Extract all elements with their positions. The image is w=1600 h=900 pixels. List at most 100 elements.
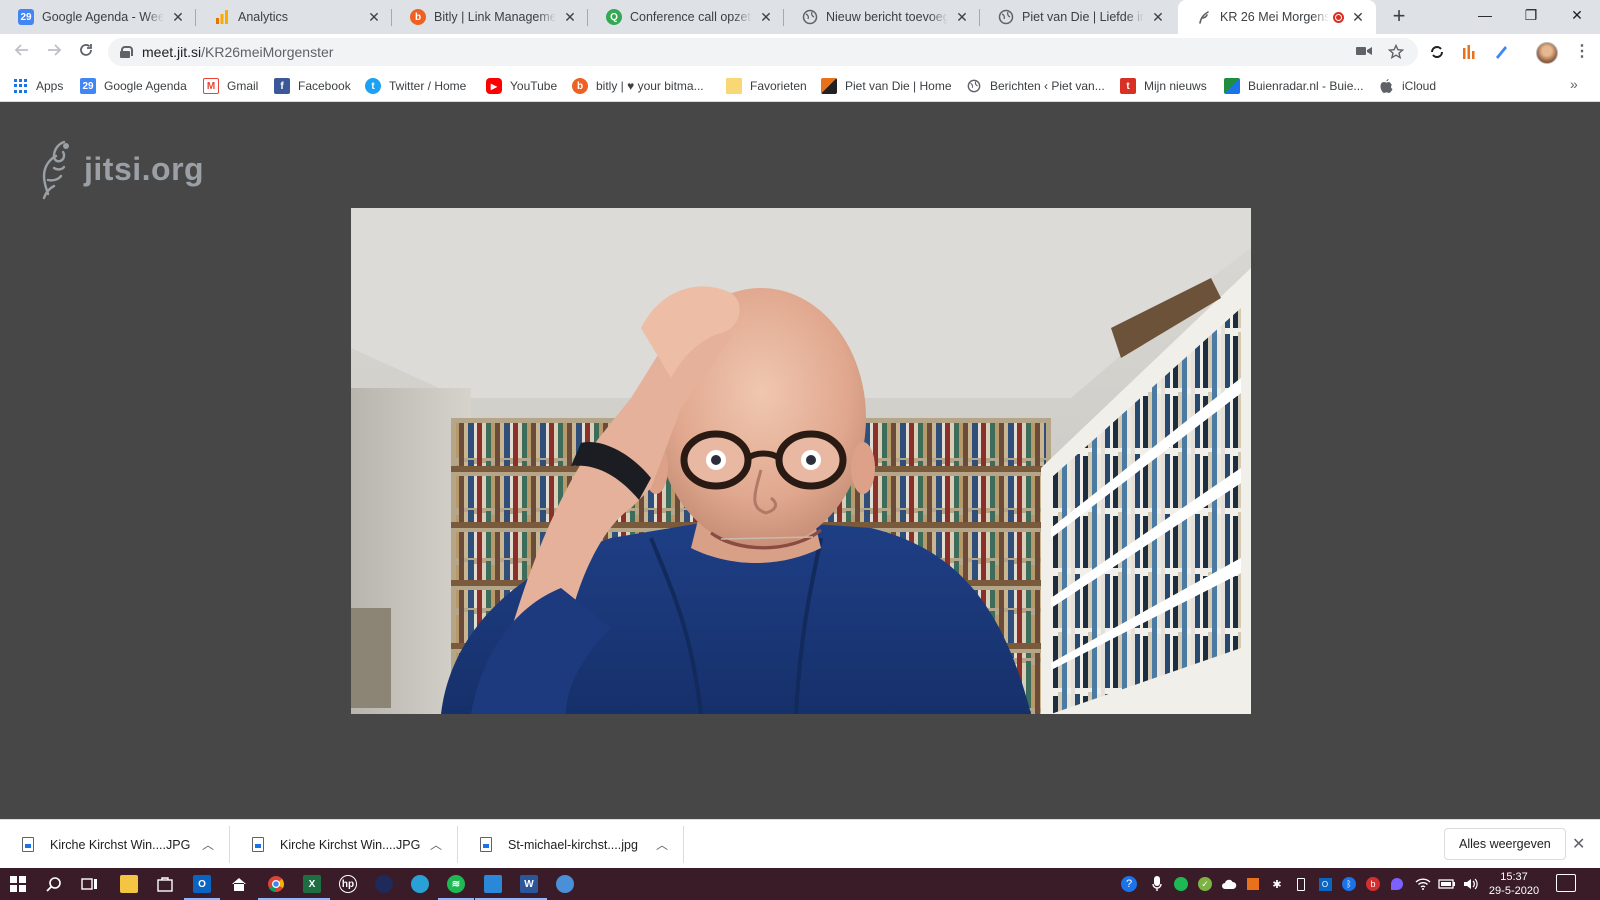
download-item[interactable]: Kirche Kirchst Win....JPG ︿ — [0, 820, 230, 869]
snowflake-icon[interactable]: ✱ — [1268, 875, 1286, 893]
spotify-tray-icon[interactable] — [1172, 875, 1190, 893]
analytics-icon — [214, 9, 230, 25]
tab-google-agenda[interactable]: 29 Google Agenda - Week v ✕ — [0, 0, 196, 34]
jitsi-logo[interactable]: jitsi.org — [36, 138, 204, 200]
close-icon[interactable]: ✕ — [562, 9, 578, 25]
word-icon[interactable]: W — [511, 872, 547, 900]
outlook-tray-icon[interactable]: O — [1316, 875, 1334, 893]
bookmark-buienradar[interactable]: Buienradar.nl - Buie... — [1224, 77, 1363, 95]
extension-pen-icon[interactable] — [1492, 43, 1510, 61]
bookmark-bitly[interactable]: b bitly | ♥ your bitma... — [572, 77, 704, 95]
taskbar-clock[interactable]: 15:37 29-5-2020 — [1486, 870, 1542, 898]
close-icon[interactable]: ✕ — [954, 9, 970, 25]
bookmark-facebook[interactable]: f Facebook — [274, 77, 351, 95]
new-tab-button[interactable]: + — [1387, 5, 1411, 29]
bookmark-mijn-nieuws[interactable]: t Mijn nieuws — [1120, 77, 1207, 95]
microphone-icon[interactable] — [1148, 875, 1166, 893]
shield-icon[interactable] — [1388, 875, 1406, 893]
close-icon[interactable]: ✕ — [1572, 834, 1585, 854]
bookmark-folder-favorieten[interactable]: Favorieten — [726, 77, 807, 95]
show-all-downloads-button[interactable]: Alles weergeven — [1444, 828, 1566, 860]
excel-icon[interactable]: X — [294, 872, 330, 900]
chevron-up-icon[interactable]: ︿ — [656, 836, 668, 853]
close-icon[interactable]: ✕ — [170, 9, 186, 25]
chevron-up-icon[interactable]: ︿ — [430, 836, 442, 853]
extension-stats-icon[interactable] — [1460, 43, 1478, 61]
task-view-icon[interactable] — [78, 872, 102, 896]
store-icon[interactable] — [153, 872, 177, 896]
extension-sync-icon[interactable] — [1428, 43, 1446, 61]
lock-icon — [120, 46, 133, 58]
tab-title: KR 26 Mei Morgenster — [1220, 10, 1329, 24]
bookmark-berichten[interactable]: Berichten ‹ Piet van... — [966, 77, 1105, 95]
download-item[interactable]: Kirche Kirchst Win....JPG ︿ — [230, 820, 458, 869]
bookmark-label: Google Agenda — [104, 79, 187, 93]
close-icon[interactable]: ✕ — [1150, 9, 1166, 25]
app-blue-icon[interactable] — [475, 872, 511, 900]
app-circle-icon[interactable] — [372, 872, 396, 896]
cloud-icon[interactable] — [1220, 875, 1238, 893]
bookmark-label: Mijn nieuws — [1144, 79, 1207, 93]
close-icon[interactable]: ✕ — [366, 9, 382, 25]
home-icon[interactable] — [227, 872, 251, 896]
menu-icon[interactable]: ⋮ — [1574, 42, 1590, 62]
close-icon[interactable]: ✕ — [758, 9, 774, 25]
notifications-icon[interactable] — [1556, 874, 1576, 892]
forward-button[interactable] — [42, 40, 66, 64]
usb-icon[interactable] — [1292, 875, 1310, 893]
tab-kr-26-mei-active[interactable]: KR 26 Mei Morgenster ✕ — [1178, 0, 1376, 34]
download-filename: St-michael-kirchst....jpg — [508, 837, 638, 852]
tab-piet-van-die[interactable]: Piet van Die | Liefde in tij ✕ — [980, 0, 1176, 34]
restore-button[interactable]: ❐ — [1508, 0, 1554, 30]
minimize-button[interactable]: — — [1462, 0, 1508, 30]
bluetooth-icon[interactable]: ᛒ — [1340, 875, 1358, 893]
bookmark-icloud[interactable]: iCloud — [1378, 77, 1436, 95]
tab-bitly[interactable]: b Bitly | Link Management ✕ — [392, 0, 588, 34]
globe-icon — [966, 78, 982, 94]
globe-icon — [998, 9, 1014, 25]
hp-icon[interactable]: hp — [336, 872, 360, 896]
close-icon[interactable]: ✕ — [1350, 9, 1366, 25]
news-icon: t — [1120, 78, 1136, 94]
jitsi-logo-icon — [42, 140, 69, 200]
globe-app-icon[interactable] — [408, 872, 432, 896]
download-filename: Kirche Kirchst Win....JPG — [280, 837, 421, 852]
help-icon[interactable]: ? — [1120, 875, 1138, 893]
bookmark-gmail[interactable]: M Gmail — [203, 77, 258, 95]
spotify-icon[interactable]: ≋ — [438, 872, 474, 900]
close-window-button[interactable]: ✕ — [1554, 0, 1600, 30]
wifi-icon[interactable] — [1414, 875, 1432, 893]
cloud-app-icon[interactable] — [553, 872, 577, 896]
chevron-up-icon[interactable]: ︿ — [202, 836, 214, 853]
bookmark-twitter[interactable]: t Twitter / Home — [365, 77, 466, 95]
reload-button[interactable] — [74, 40, 98, 64]
profile-avatar[interactable] — [1536, 42, 1558, 64]
folder-icon — [726, 78, 742, 94]
beats-icon[interactable]: b — [1364, 875, 1382, 893]
search-icon[interactable] — [42, 872, 66, 896]
volume-icon[interactable] — [1462, 875, 1480, 893]
check-icon[interactable]: ✓ — [1196, 875, 1214, 893]
bookmark-piet-van-die-home[interactable]: Piet van Die | Home — [821, 77, 952, 95]
back-button[interactable] — [10, 40, 34, 64]
more-bookmarks-chevron-icon[interactable]: » — [1570, 76, 1578, 92]
bookmark-google-agenda[interactable]: 29 Google Agenda — [80, 77, 187, 95]
download-item[interactable]: St-michael-kirchst....jpg ︿ — [458, 820, 684, 869]
outlook-icon[interactable]: O — [184, 872, 220, 900]
office-icon[interactable] — [1244, 875, 1262, 893]
file-explorer-icon[interactable] — [117, 872, 141, 896]
bookmark-apps[interactable]: Apps — [14, 77, 63, 95]
tab-analytics[interactable]: Analytics ✕ — [196, 0, 392, 34]
tab-conference-call[interactable]: Q Conference call opzetten ✕ — [588, 0, 784, 34]
participant-video[interactable] — [351, 208, 1251, 714]
battery-icon[interactable] — [1438, 875, 1456, 893]
camera-icon[interactable] — [1356, 44, 1372, 60]
star-bookmark-icon[interactable] — [1387, 43, 1405, 60]
address-bar[interactable]: meet.jit.si/KR26meiMorgenster — [108, 38, 1418, 66]
tab-nieuw-bericht[interactable]: Nieuw bericht toevoegen ✕ — [784, 0, 980, 34]
url-text[interactable]: meet.jit.si/KR26meiMorgenster — [142, 44, 333, 60]
chrome-icon[interactable] — [258, 872, 294, 900]
video-frame — [351, 208, 1251, 714]
start-button[interactable] — [6, 872, 30, 896]
bookmark-youtube[interactable]: ▶ YouTube — [486, 77, 557, 95]
